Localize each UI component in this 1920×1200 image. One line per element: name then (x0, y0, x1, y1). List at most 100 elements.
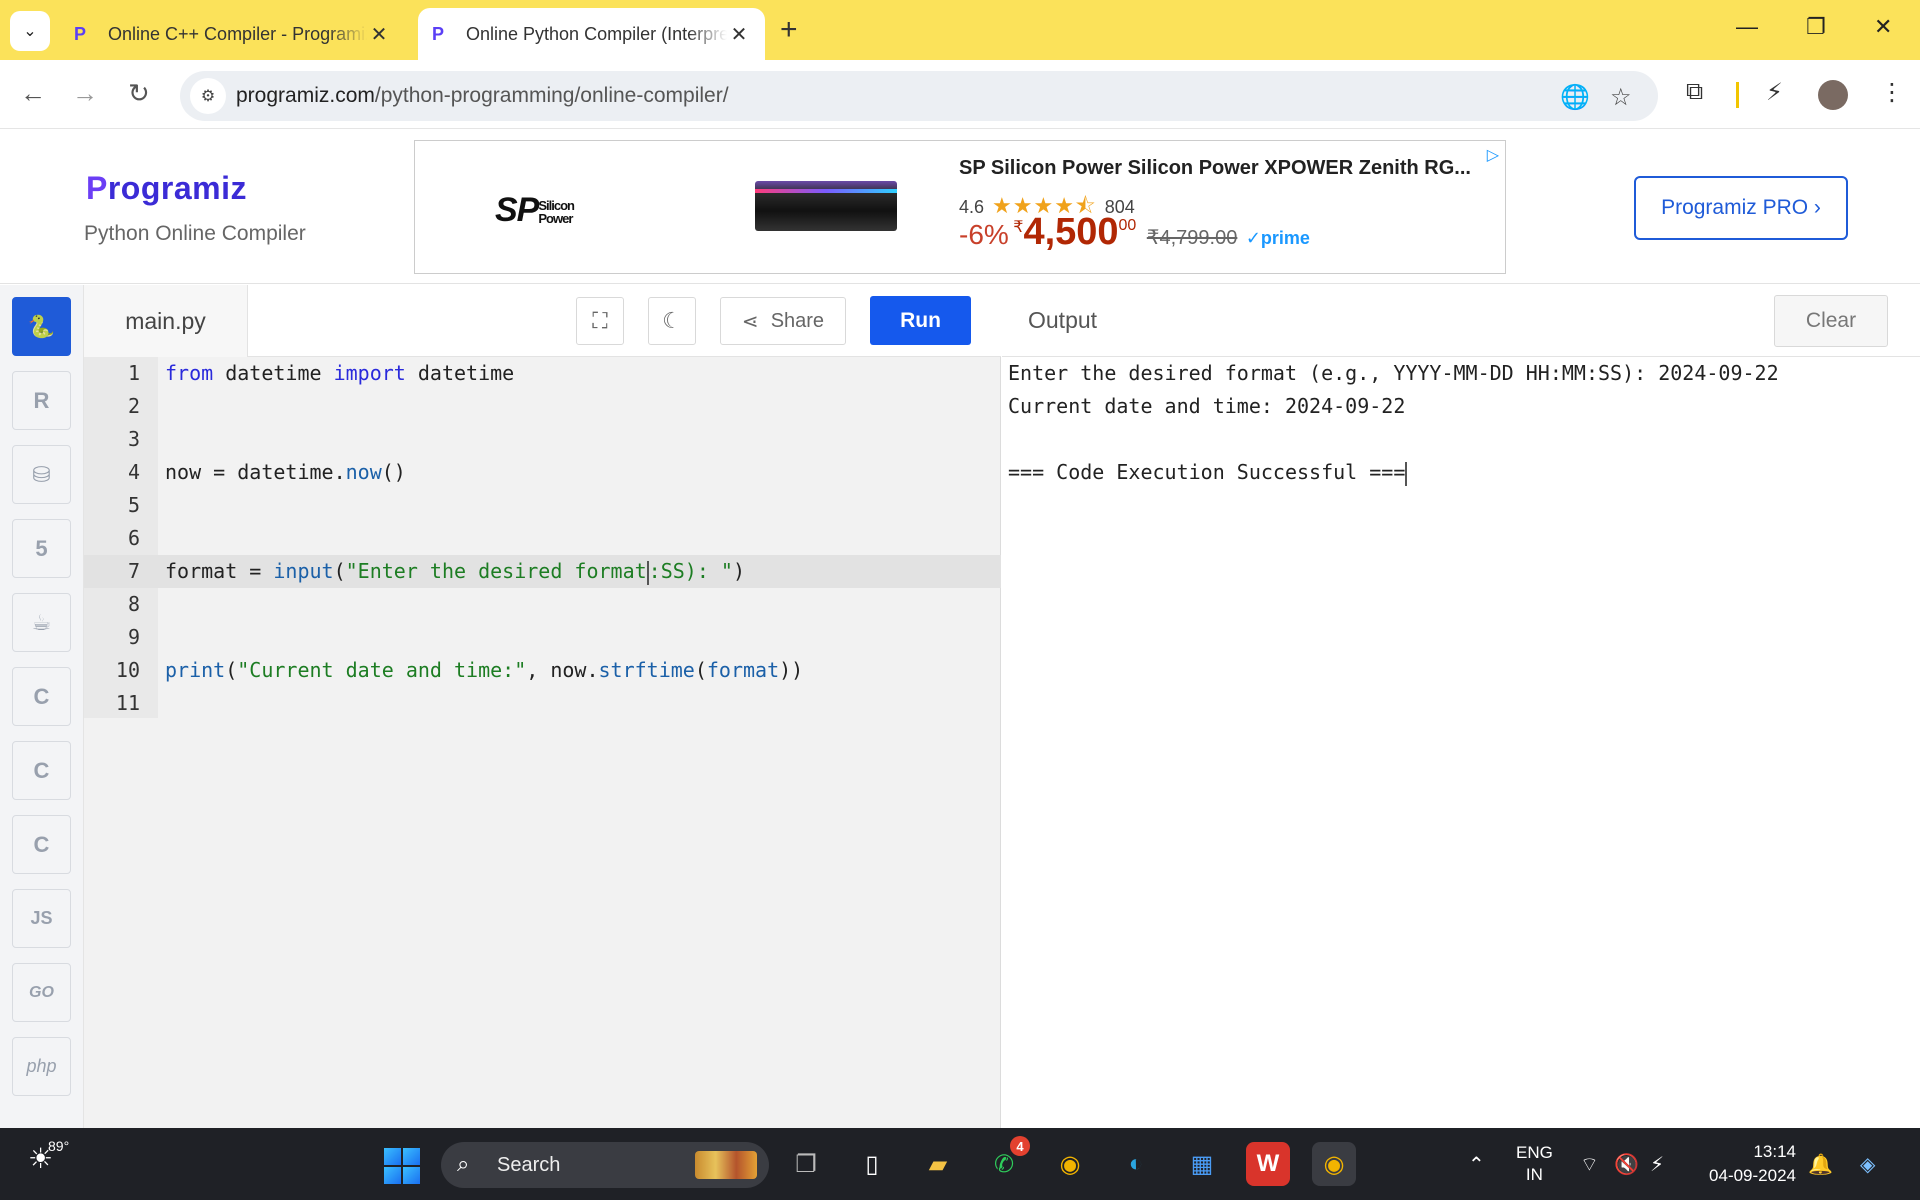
wps-office-icon[interactable]: W (1246, 1142, 1290, 1186)
language-javascript-icon[interactable]: JS (12, 889, 71, 948)
language-php-icon[interactable]: php (12, 1037, 71, 1096)
microsoft-store-icon[interactable]: ▦ (1180, 1142, 1224, 1186)
output-pane: Output Clear Enter the desired format (e… (1002, 285, 1920, 1128)
forward-arrow-icon[interactable]: → (72, 78, 98, 109)
run-button[interactable]: Run (870, 296, 971, 345)
bookmark-star-icon[interactable]: ☆ (1610, 83, 1632, 112)
code-line[interactable]: 5 (84, 489, 1001, 522)
programiz-logo[interactable]: Programiz (86, 170, 247, 207)
site-info-icon[interactable]: ⚙ (190, 78, 226, 114)
browser-tab-bar: ⌄ P Online C++ Compiler - Programiz ✕ P … (0, 0, 1920, 60)
code-line-active[interactable]: 7 format = input("Enter the desired forma… (84, 555, 1001, 588)
chrome-active-icon[interactable]: ◉ (1312, 1142, 1356, 1186)
chrome-icon[interactable]: ◉ (1048, 1142, 1092, 1186)
restore-icon[interactable]: ❐ (1806, 14, 1826, 40)
code-line[interactable]: 1 from datetime import datetime (84, 357, 1001, 390)
back-arrow-icon[interactable]: ← (20, 78, 46, 109)
language-sql-icon[interactable]: ⛁ (12, 445, 71, 504)
input-language-indicator[interactable]: ENG IN (1516, 1142, 1553, 1186)
ad-price: -6% ₹4,50000 ₹4,799.00 ✓prime (959, 211, 1310, 253)
programiz-favicon-icon: P (432, 23, 445, 44)
file-explorer-icon[interactable]: ▰ (916, 1142, 960, 1186)
programiz-pro-button[interactable]: Programiz PRO › (1634, 176, 1848, 240)
output-header: Output Clear (1002, 285, 1920, 357)
language-html-icon[interactable]: 5 (12, 519, 71, 578)
code-line[interactable]: 6 (84, 522, 1001, 555)
volume-muted-icon[interactable]: 🔇 (1614, 1152, 1639, 1177)
chevron-down-icon: ⌄ (23, 23, 37, 40)
show-hidden-icons-chevron-icon[interactable]: ⌃ (1468, 1152, 1485, 1177)
notification-bell-icon[interactable]: 🔔 (1808, 1152, 1833, 1177)
extensions-icon[interactable]: ⧉ (1686, 78, 1703, 106)
language-csharp-icon[interactable]: C (12, 815, 71, 874)
language-cpp-icon[interactable]: C (12, 741, 71, 800)
url-text[interactable]: programiz.com/python-programming/online-… (236, 84, 729, 108)
page-subtitle: Python Online Compiler (84, 222, 306, 245)
language-c-icon[interactable]: C (12, 667, 71, 726)
output-title: Output (1028, 307, 1098, 333)
ad-brand-logo: SPSilicon Power (495, 191, 575, 229)
code-line[interactable]: 9 (84, 621, 1001, 654)
code-line[interactable]: 10 print("Current date and time:", now.st… (84, 654, 1001, 687)
close-window-icon[interactable]: ✕ (1874, 14, 1892, 40)
adchoices-icon[interactable]: ▷ (1487, 145, 1499, 165)
file-tab-main-py[interactable]: main.py (84, 285, 248, 357)
browser-toolbar: ← → ↻ ⚙ programiz.com/python-programming… (0, 60, 1920, 129)
notepad-icon[interactable]: ▯ (850, 1142, 894, 1186)
windows-start-button[interactable] (384, 1148, 420, 1184)
more-menu-icon[interactable]: ⋮ (1880, 78, 1904, 107)
copilot-icon[interactable]: ◈ (1860, 1152, 1875, 1177)
close-icon[interactable]: ✕ (727, 22, 751, 47)
site-header: Programiz Python Online Compiler SPSilic… (0, 130, 1920, 284)
tab-python-compiler[interactable]: P Online Python Compiler (Interpreter) ✕ (418, 8, 765, 60)
advertisement-banner[interactable]: SPSilicon Power SP Silicon Power Silicon … (414, 140, 1506, 274)
battery-icon[interactable]: ⚡ (1650, 1152, 1664, 1177)
tab-search-button[interactable]: ⌄ (10, 11, 50, 51)
reload-icon[interactable]: ↻ (128, 78, 150, 109)
editor-toolbar: main.py ⛶ ☾ ⋖ Share Run (84, 285, 1001, 357)
close-icon[interactable]: ✕ (367, 22, 391, 47)
search-icon: ⌕ (457, 1151, 470, 1176)
performance-icon[interactable]: ⚡ (1766, 78, 1783, 107)
translate-icon[interactable]: 🌐 (1560, 83, 1590, 112)
text-cursor (1405, 461, 1408, 486)
expand-icon: ⛶ (592, 308, 608, 333)
dark-mode-button[interactable]: ☾ (648, 297, 696, 345)
code-editor-pane: main.py ⛶ ☾ ⋖ Share Run 1 from datetime im… (84, 285, 1001, 1128)
programiz-favicon-icon: P (74, 23, 87, 44)
tab-cpp-compiler[interactable]: P Online C++ Compiler - Programiz ✕ (60, 8, 405, 60)
output-line: Enter the desired format (e.g., YYYY-MM-… (1008, 361, 1779, 385)
tab-title: Online C++ Compiler - Programiz (108, 23, 367, 44)
new-tab-button[interactable]: + (780, 14, 798, 46)
output-line[interactable]: === Code Execution Successful === (1008, 456, 1408, 489)
system-clock[interactable]: 13:14 04-09-2024 (1700, 1140, 1796, 1188)
code-line[interactable]: 4 now = datetime.now() (84, 456, 1001, 489)
toolbar-divider (1736, 82, 1739, 108)
weather-widget[interactable]: ☀ 89° (28, 1138, 69, 1175)
notification-badge: 4 (1010, 1136, 1030, 1156)
language-python-icon[interactable]: 🐍 (12, 297, 71, 356)
search-highlight-image (695, 1151, 757, 1179)
whatsapp-icon[interactable]: ✆ 4 (982, 1136, 1030, 1186)
ad-title[interactable]: SP Silicon Power Silicon Power XPOWER Ze… (959, 157, 1471, 180)
task-view-icon[interactable]: ❐ (784, 1142, 828, 1186)
code-line[interactable]: 8 (84, 588, 1001, 621)
taskbar-search[interactable]: ⌕ Search (441, 1142, 769, 1188)
language-r-icon[interactable]: R (12, 371, 71, 430)
language-go-icon[interactable]: GO (12, 963, 71, 1022)
minimize-icon[interactable]: — (1736, 14, 1758, 40)
code-line[interactable]: 3 (84, 423, 1001, 456)
fullscreen-button[interactable]: ⛶ (576, 297, 624, 345)
code-line[interactable]: 11 (84, 687, 1001, 720)
language-java-icon[interactable]: ☕ (12, 593, 71, 652)
share-button[interactable]: ⋖ Share (720, 297, 846, 345)
clear-button[interactable]: Clear (1774, 295, 1888, 347)
address-bar[interactable]: ⚙ programiz.com/python-programming/onlin… (180, 71, 1658, 121)
tab-title: Online Python Compiler (Interpreter) (466, 23, 727, 44)
code-line[interactable]: 2 (84, 390, 1001, 423)
ad-product-image (755, 181, 897, 231)
output-line: Current date and time: 2024-09-22 (1008, 394, 1406, 418)
edge-icon[interactable]: ◐ (1114, 1142, 1158, 1186)
wifi-icon[interactable]: ⌔ (1580, 1152, 1599, 1177)
profile-avatar[interactable] (1818, 80, 1848, 110)
